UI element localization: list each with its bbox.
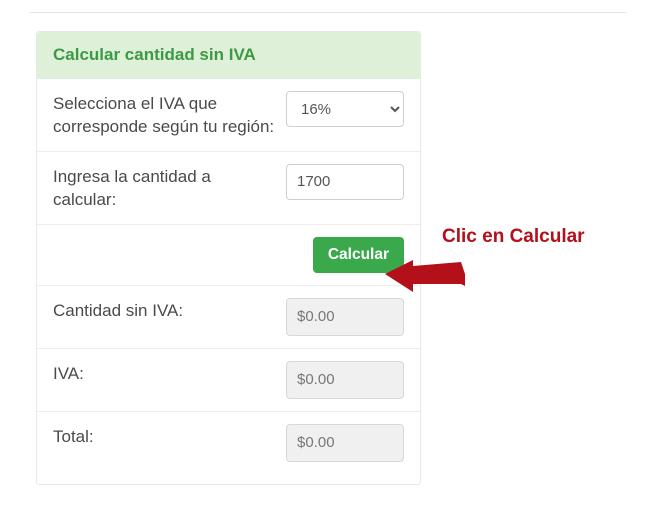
label-result-noiva: Cantidad sin IVA: — [53, 298, 286, 323]
top-divider — [30, 12, 626, 13]
label-amount: Ingresa la cantidad a calcular: — [53, 164, 286, 212]
card-header: Calcular cantidad sin IVA — [37, 32, 420, 79]
row-result-iva: IVA: $0.00 — [37, 349, 420, 412]
iva-select[interactable]: 16% — [286, 91, 404, 127]
row-result-noiva: Cantidad sin IVA: $0.00 — [37, 286, 420, 349]
label-result-iva: IVA: — [53, 361, 286, 386]
row-calc-button: Calcular — [37, 225, 420, 286]
label-select-iva: Selecciona el IVA que corresponde según … — [53, 91, 286, 139]
result-total-value: $0.00 — [286, 424, 404, 462]
iva-calculator-card: Calcular cantidad sin IVA Selecciona el … — [36, 31, 421, 485]
result-noiva-value: $0.00 — [286, 298, 404, 336]
label-result-total: Total: — [53, 424, 286, 449]
annotation-text: Clic en Calcular — [442, 226, 585, 248]
row-result-total: Total: $0.00 — [37, 412, 420, 484]
row-amount: Ingresa la cantidad a calcular: — [37, 152, 420, 225]
row-select-iva: Selecciona el IVA que corresponde según … — [37, 79, 420, 152]
calculate-button[interactable]: Calcular — [313, 237, 404, 273]
card-title: Calcular cantidad sin IVA — [53, 45, 404, 65]
amount-input[interactable] — [286, 164, 404, 200]
result-iva-value: $0.00 — [286, 361, 404, 399]
